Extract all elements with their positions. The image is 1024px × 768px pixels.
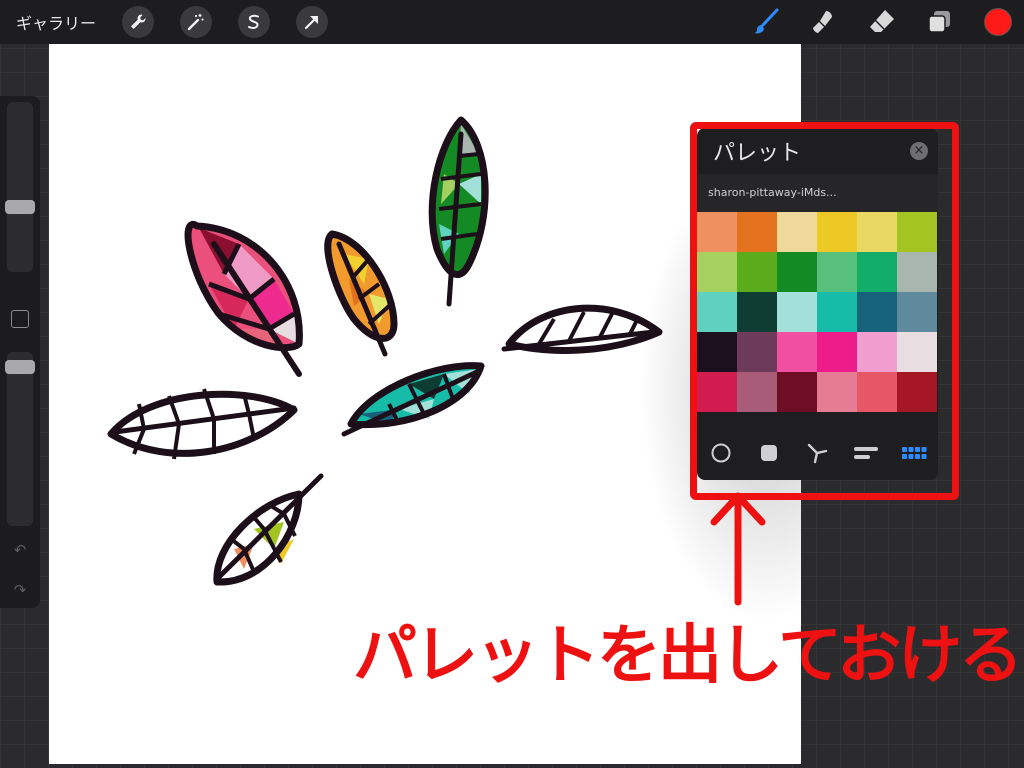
layers-icon[interactable] <box>920 2 960 42</box>
swatch-grid <box>697 212 938 412</box>
harmony-mode-icon[interactable] <box>803 439 831 467</box>
leaf-orange <box>324 230 398 357</box>
eraser-icon[interactable] <box>862 2 902 42</box>
color-swatch[interactable] <box>697 252 737 292</box>
color-swatch[interactable] <box>857 252 897 292</box>
palette-name[interactable]: sharon-pittaway-iMds... <box>697 174 938 212</box>
color-swatch[interactable] <box>817 212 857 252</box>
modify-button[interactable] <box>11 310 29 328</box>
value-mode-icon[interactable] <box>852 439 880 467</box>
color-swatch[interactable] <box>737 252 777 292</box>
palettes-mode-icon[interactable] <box>900 439 928 467</box>
annotation-arrow <box>710 492 766 606</box>
leaf-multicolor <box>213 473 324 586</box>
brush-size-track[interactable] <box>7 102 33 272</box>
palette-panel: パレット × sharon-pittaway-iMds... <box>697 128 938 480</box>
color-swatch[interactable] <box>897 292 937 332</box>
classic-mode-icon[interactable] <box>755 439 783 467</box>
leaf-teal <box>341 362 485 437</box>
current-color-button[interactable] <box>984 8 1012 36</box>
transform-arrow-icon[interactable] <box>296 6 328 38</box>
color-swatch[interactable] <box>737 292 777 332</box>
color-swatch[interactable] <box>897 332 937 372</box>
gallery-button[interactable]: ギャラリー <box>16 10 112 34</box>
color-swatch[interactable] <box>737 372 777 412</box>
magic-wand-icon[interactable] <box>180 6 212 38</box>
color-swatch[interactable] <box>857 212 897 252</box>
color-swatch[interactable] <box>857 332 897 372</box>
leaf-outline-left <box>107 388 298 460</box>
color-swatch[interactable] <box>697 332 737 372</box>
smudge-icon[interactable] <box>804 2 844 42</box>
color-swatch[interactable] <box>777 212 817 252</box>
color-swatch[interactable] <box>777 332 817 372</box>
palette-title: パレット <box>713 141 802 166</box>
annotation-text: パレットを出しておける <box>353 619 1023 693</box>
color-swatch[interactable] <box>697 292 737 332</box>
color-swatch[interactable] <box>777 292 817 332</box>
redo-icon[interactable]: ↷ <box>10 580 30 600</box>
brush-size-slider[interactable] <box>5 200 35 214</box>
brush-icon[interactable] <box>746 2 786 42</box>
palette-mode-bar <box>697 426 938 480</box>
selection-icon[interactable] <box>238 6 270 38</box>
palette-header: パレット × <box>697 128 938 174</box>
color-swatch[interactable] <box>737 212 777 252</box>
color-swatch[interactable] <box>857 372 897 412</box>
color-swatch[interactable] <box>897 252 937 292</box>
opacity-slider[interactable] <box>5 360 35 374</box>
color-swatch[interactable] <box>697 212 737 252</box>
leaf-outline-right <box>501 304 663 354</box>
color-swatch[interactable] <box>777 372 817 412</box>
color-swatch[interactable] <box>817 292 857 332</box>
color-swatch[interactable] <box>897 372 937 412</box>
top-toolbar: ギャラリー <box>0 0 1024 44</box>
undo-icon[interactable]: ↶ <box>10 540 30 560</box>
color-swatch[interactable] <box>737 332 777 372</box>
close-icon[interactable]: × <box>910 142 928 160</box>
leaf-pink <box>184 220 303 377</box>
opacity-track[interactable] <box>7 352 33 526</box>
color-swatch[interactable] <box>857 292 897 332</box>
disc-mode-icon[interactable] <box>707 439 735 467</box>
color-swatch[interactable] <box>817 332 857 372</box>
color-swatch[interactable] <box>697 372 737 412</box>
sidebar: ↶ ↷ <box>0 96 40 608</box>
leaf-green <box>428 116 489 307</box>
wrench-icon[interactable] <box>122 6 154 38</box>
color-swatch[interactable] <box>777 252 817 292</box>
color-swatch[interactable] <box>817 252 857 292</box>
color-swatch[interactable] <box>897 212 937 252</box>
color-swatch[interactable] <box>817 372 857 412</box>
